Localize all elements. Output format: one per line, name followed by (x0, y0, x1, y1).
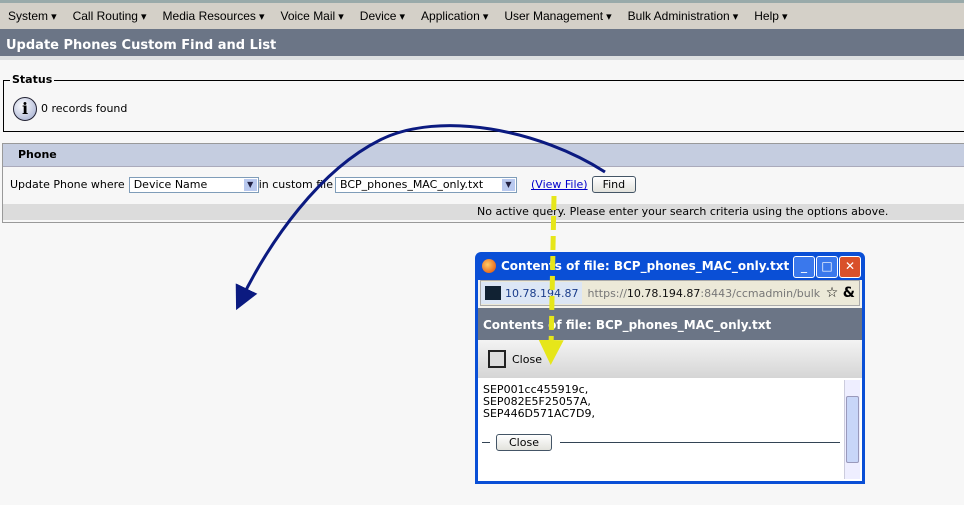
menu-voice-mail[interactable]: Voice Mail (273, 9, 352, 23)
popup-toolbar: Close (478, 340, 862, 378)
phone-header: Phone (3, 144, 964, 167)
custom-file-label: in custom file (258, 178, 333, 191)
minimize-button[interactable]: _ (793, 256, 815, 278)
window-close-button[interactable]: ✕ (839, 256, 861, 278)
menu-call-routing[interactable]: Call Routing (65, 9, 155, 23)
scrollbar[interactable] (844, 380, 860, 479)
view-file-link[interactable]: (View File) (531, 178, 588, 191)
menu-bulk-administration[interactable]: Bulk Administration (620, 9, 747, 23)
close-button[interactable]: Close (496, 434, 552, 451)
url-path: :8443/ccmadmin/bulk (700, 286, 821, 300)
query-hint-text: No active query. Please enter your searc… (477, 205, 889, 218)
status-legend: Status (10, 73, 55, 86)
close-disk-icon[interactable] (488, 350, 506, 368)
maximize-button[interactable]: □ (816, 256, 838, 278)
query-hint: No active query. Please enter your searc… (3, 204, 964, 220)
site-label: 10.78.194.87 (505, 286, 579, 300)
page-title: Update Phones Custom Find and List (0, 29, 964, 60)
file-contents-window: Contents of file: BCP_phones_MAC_only.tx… (475, 252, 865, 484)
site-identity[interactable]: 10.78.194.87 (481, 282, 583, 304)
menu-device[interactable]: Device (352, 9, 413, 23)
status-section: Status i 0 records found (3, 73, 964, 132)
find-button[interactable]: Find (591, 176, 637, 193)
popup-header: Contents of file: BCP_phones_MAC_only.tx… (478, 308, 862, 340)
field-select[interactable]: Device Name ▼ (128, 176, 259, 193)
file-select-value: BCP_phones_MAC_only.txt (340, 178, 484, 191)
star-icon[interactable]: ☆ & (826, 285, 855, 301)
status-message: 0 records found (41, 102, 128, 115)
url-scheme: https:// (587, 286, 627, 300)
phone-section: Phone Update Phone where Device Name ▼ in… (2, 143, 964, 223)
window-title: Contents of file: BCP_phones_MAC_only.tx… (501, 259, 808, 273)
field-select-value: Device Name (133, 178, 208, 191)
update-phone-label: Update Phone where (10, 178, 125, 191)
site-icon (485, 286, 501, 300)
menu-media-resources[interactable]: Media Resources (155, 9, 273, 23)
menu-application[interactable]: Application (413, 9, 496, 23)
menu-bar: System Call Routing Media Resources Voic… (0, 0, 964, 29)
url-host: 10.78.194.87 (626, 286, 701, 300)
url-text: https://10.78.194.87:8443/ccmadmin/bulk (587, 287, 820, 300)
address-bar[interactable]: 10.78.194.87 https://10.78.194.87:8443/c… (480, 280, 860, 306)
file-line: SEP446D571AC7D9, (483, 407, 596, 420)
firefox-icon (482, 259, 496, 273)
info-icon: i (13, 97, 37, 121)
scrollbar-thumb[interactable] (846, 396, 859, 463)
toolbar-close-button[interactable]: Close (512, 353, 542, 366)
chevron-down-icon: ▼ (243, 178, 257, 191)
file-contents: SEP001cc455919c, SEP082E5F25057A, SEP446… (478, 378, 862, 481)
menu-help[interactable]: Help (746, 9, 795, 23)
menu-user-management[interactable]: User Management (496, 9, 619, 23)
chevron-down-icon: ▼ (502, 178, 515, 191)
file-select[interactable]: BCP_phones_MAC_only.txt ▼ (335, 176, 517, 193)
menu-system[interactable]: System (0, 9, 65, 23)
